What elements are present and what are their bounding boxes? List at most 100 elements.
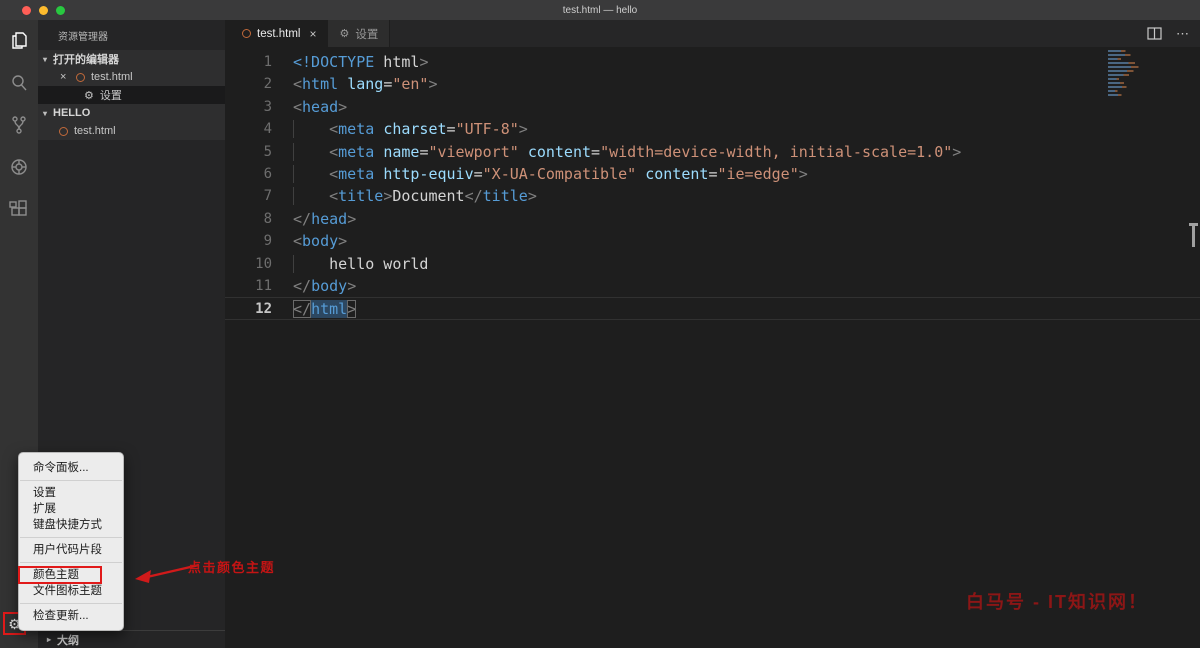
line-number: 3 (263, 98, 272, 115)
line-number: 9 (263, 233, 272, 250)
code-token: > (338, 232, 348, 251)
code-line[interactable]: 10 hello world (225, 253, 1200, 275)
menu-separator (20, 537, 122, 538)
code-token: Document (392, 187, 465, 206)
code-token: = (383, 75, 393, 94)
close-icon[interactable]: × (309, 27, 316, 41)
code-token: </ (293, 300, 312, 319)
menu-item[interactable]: 颜色主题 (18, 566, 102, 584)
code-token: > (347, 276, 357, 295)
extensions-icon[interactable] (0, 188, 38, 230)
outline-section-header[interactable]: ▸ 大纲 (38, 630, 225, 648)
debug-icon[interactable] (0, 146, 38, 188)
code-token: lang (347, 75, 384, 94)
close-icon[interactable]: × (60, 71, 70, 83)
code-token: < (293, 232, 303, 251)
split-editor-icon[interactable] (1147, 27, 1162, 40)
close-window-button[interactable] (22, 6, 31, 15)
code-token: "ie=edge" (717, 164, 799, 183)
menu-separator (20, 480, 122, 481)
code-token: content (527, 142, 592, 161)
tab-testhtml[interactable]: test.html × (225, 20, 329, 47)
code-line[interactable]: 11 </body> (225, 275, 1200, 297)
code-line[interactable]: 3 <head> (225, 96, 1200, 118)
code-token: name (383, 142, 420, 161)
code-token: title (482, 187, 528, 206)
folder-name: HELLO (53, 107, 91, 119)
editor-actions: ⋯ (1147, 20, 1190, 47)
line-number: 5 (263, 143, 272, 160)
menu-item[interactable]: 文件图标主题 (19, 583, 123, 599)
open-editor-item-testhtml[interactable]: × test.html (38, 68, 225, 86)
code-line[interactable]: 9 <body> (225, 230, 1200, 252)
menu-item[interactable]: 扩展 (19, 501, 123, 517)
code-token: </ (464, 187, 483, 206)
minimize-window-button[interactable] (39, 6, 48, 15)
code-line[interactable]: 7 <title>Document</title> (225, 185, 1200, 207)
tree-item-testhtml[interactable]: test.html (38, 122, 225, 140)
html-file-icon (76, 72, 85, 82)
code-line[interactable]: 5 <meta name="viewport" content="width=d… (225, 141, 1200, 163)
code-token: title (338, 187, 384, 206)
open-editor-item-settings[interactable]: ⚙ 设置 (38, 86, 225, 104)
gear-icon: ⚙ (339, 28, 350, 40)
explorer-icon[interactable] (0, 20, 38, 62)
html-file-icon (242, 29, 251, 38)
code-token: html (311, 300, 348, 319)
line-number: 2 (263, 76, 272, 93)
code-line[interactable]: 6 <meta http-equiv="X-UA-Compatible" con… (225, 163, 1200, 185)
code-token: < (329, 164, 339, 183)
tab-label: test.html (257, 27, 301, 40)
code-line[interactable]: 8 </head> (225, 208, 1200, 230)
tab-settings[interactable]: ⚙ 设置 (328, 20, 391, 47)
code-token: content (645, 164, 709, 183)
code-token: body (311, 276, 348, 295)
menu-item[interactable]: 用户代码片段 (19, 542, 123, 558)
chevron-down-icon: ▾ (43, 108, 48, 118)
code-token: html (374, 53, 420, 71)
code-line[interactable]: 1 <!DOCTYPE html> (225, 51, 1200, 73)
code-token: http-equiv (383, 164, 474, 183)
chevron-down-icon: ▾ (43, 54, 48, 64)
code-token: head (311, 209, 348, 228)
source-control-icon[interactable] (0, 104, 38, 146)
menu-item[interactable]: 检查更新... (19, 608, 123, 624)
menu-item[interactable]: 键盘快捷方式 (19, 517, 123, 533)
code-token: > (952, 142, 962, 161)
code-line[interactable]: 2 <html lang="en"> (225, 73, 1200, 95)
code-token: <!DOCTYPE (293, 53, 375, 71)
menu-item[interactable]: 设置 (19, 485, 123, 501)
code-token: > (347, 300, 357, 319)
tab-label: 设置 (355, 28, 379, 41)
open-editors-section-header[interactable]: ▾ 打开的编辑器 (38, 50, 225, 68)
code-token: "viewport" (428, 142, 519, 161)
menu-separator (20, 562, 122, 563)
code-token: = (446, 120, 456, 139)
line-number: 10 (255, 255, 272, 272)
code-lines[interactable]: 1 <!DOCTYPE html> 2 <html lang="en"> 3 <head>… (225, 47, 1200, 648)
sidebar-title: 资源管理器 (58, 32, 108, 43)
vscode-window: test.html — hello ⚙ 资源管理器 ▾ 打开的编辑器 × tes… (0, 0, 1200, 648)
code-token: body (302, 232, 339, 251)
outline-label: 大纲 (57, 634, 79, 647)
minimap[interactable] (1108, 50, 1148, 98)
code-line[interactable]: 4 <meta charset="UTF-8"> (225, 118, 1200, 140)
code-token: html (302, 75, 339, 94)
line-number: 12 (255, 301, 272, 318)
gear-icon: ⚙ (84, 89, 94, 102)
annotation-text: 点击颜色主题 (188, 560, 276, 575)
watermark-text: 白马号 - IT知识网！ (966, 592, 1148, 612)
html-file-icon (59, 126, 68, 136)
more-actions-icon[interactable]: ⋯ (1176, 26, 1190, 42)
code-line[interactable]: 12 </html> (225, 297, 1200, 320)
menu-item[interactable]: 命令面板... (19, 460, 123, 476)
search-icon[interactable] (0, 62, 38, 104)
zoom-window-button[interactable] (56, 6, 65, 15)
scrollbar-mark[interactable] (1189, 223, 1198, 247)
folder-header-hello[interactable]: ▾ HELLO (38, 104, 225, 122)
open-editors-label: 打开的编辑器 (53, 54, 119, 66)
